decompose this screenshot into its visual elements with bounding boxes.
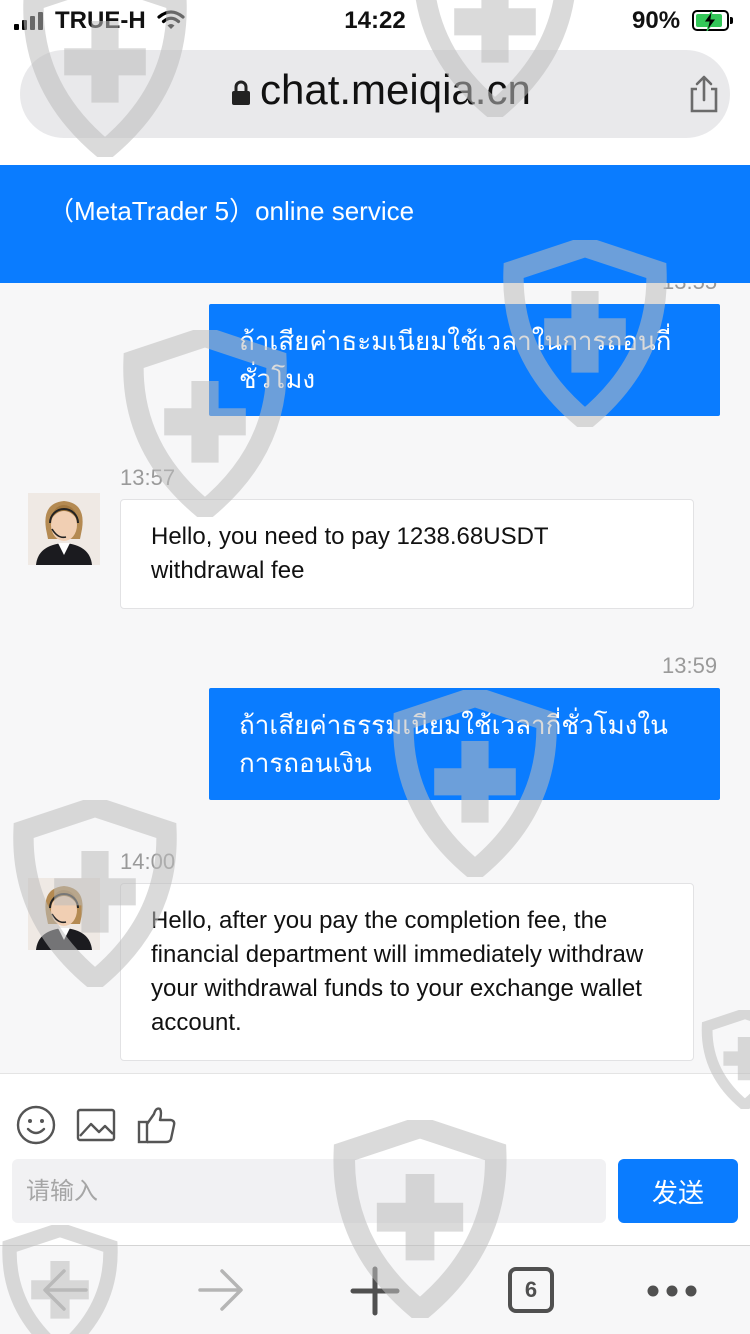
url-text[interactable]: chat.meiqia.cn bbox=[260, 66, 531, 114]
back-arrow-icon[interactable] bbox=[40, 1266, 90, 1314]
new-tab-plus-icon[interactable] bbox=[350, 1266, 400, 1316]
send-button[interactable]: 发送 bbox=[618, 1159, 738, 1223]
message-timestamp: 13:59 bbox=[662, 653, 718, 678]
charging-bolt-icon bbox=[703, 11, 717, 31]
more-dots-icon[interactable] bbox=[646, 1284, 698, 1298]
forward-arrow-icon[interactable] bbox=[196, 1266, 246, 1314]
status-bar: TRUE-H 14:22 90% bbox=[0, 0, 750, 40]
incoming-message[interactable]: Hello, after you pay the completion fee,… bbox=[120, 883, 694, 1061]
tab-switcher-button[interactable]: 6 bbox=[508, 1267, 554, 1313]
browser-toolbar: 6 bbox=[0, 1245, 750, 1334]
address-bar[interactable]: chat.meiqia.cn bbox=[20, 50, 730, 138]
message-timestamp: 13:55 bbox=[662, 283, 717, 295]
agent-avatar bbox=[28, 878, 100, 950]
chat-title: （MetaTrader 5）online service bbox=[48, 196, 415, 226]
battery-percentage: 90% bbox=[632, 7, 681, 34]
incoming-message[interactable]: Hello, you need to pay 1238.68USDT withd… bbox=[120, 499, 694, 609]
battery-icon bbox=[692, 10, 733, 31]
thumbs-up-icon[interactable] bbox=[136, 1104, 178, 1146]
emoji-icon[interactable] bbox=[15, 1104, 57, 1146]
message-timestamp: 13:57 bbox=[120, 465, 176, 490]
outgoing-message[interactable]: ถ้าเสียค่าธะมเนียมใช้เวลาในการถอนกี่ชั่ว… bbox=[209, 304, 720, 416]
message-timestamp: 14:00 bbox=[120, 849, 176, 874]
image-icon[interactable] bbox=[75, 1104, 117, 1146]
outgoing-message[interactable]: ถ้าเสียค่าธรรมเนียมใช้เวลากี่ชั่วโมงในกา… bbox=[209, 688, 720, 800]
message-list[interactable]: 13:55 ถ้าเสียค่าธะมเนียมใช้เวลาในการถอนก… bbox=[0, 283, 750, 1073]
agent-avatar bbox=[28, 493, 100, 565]
share-icon[interactable] bbox=[686, 74, 722, 114]
lock-icon bbox=[232, 80, 250, 105]
chat-header: （MetaTrader 5）online service bbox=[0, 165, 750, 283]
message-composer: 发送 bbox=[0, 1073, 750, 1245]
message-input[interactable] bbox=[12, 1159, 606, 1223]
